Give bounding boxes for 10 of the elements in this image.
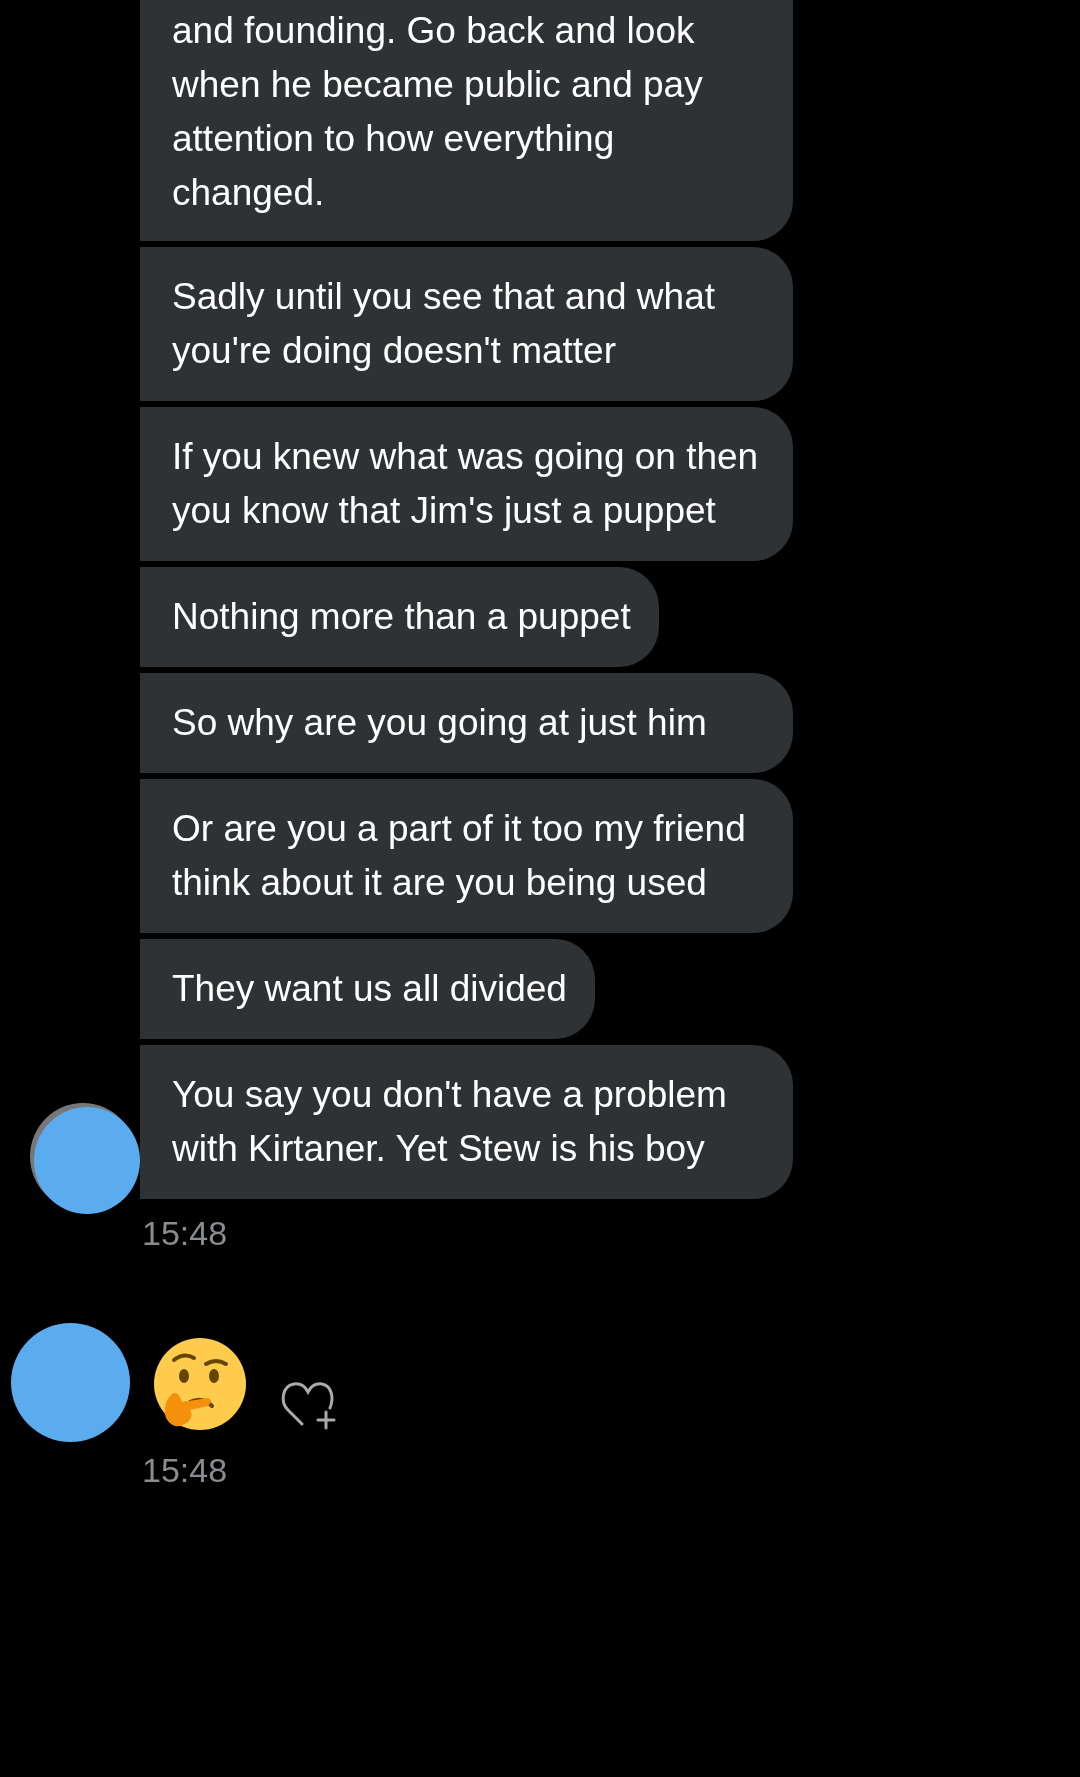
message-bubble: If you knew what was going on then you know that Jim's just a puppet (140, 407, 793, 561)
message-bubble: Sadly until you see that and what you're doing doesn't matter (140, 247, 793, 401)
message-bubble: They want us all divided (140, 939, 595, 1039)
message-bubble: and founding. Go back and look when he became public and pay attention to how everything changed. (140, 0, 793, 241)
timestamp: 15:48 (142, 1450, 229, 1490)
message-bubble: Nothing more than a puppet (140, 567, 659, 667)
message-bubble: So why are you going at just him (140, 673, 793, 773)
message-bubble: Or are you a part of it too my friend think about it are you being used (140, 779, 793, 933)
message-bubble: You say you don't have a problem with Kirtaner. Yet Stew is his boy (140, 1045, 793, 1199)
timestamp: 15:48 (142, 1213, 229, 1253)
